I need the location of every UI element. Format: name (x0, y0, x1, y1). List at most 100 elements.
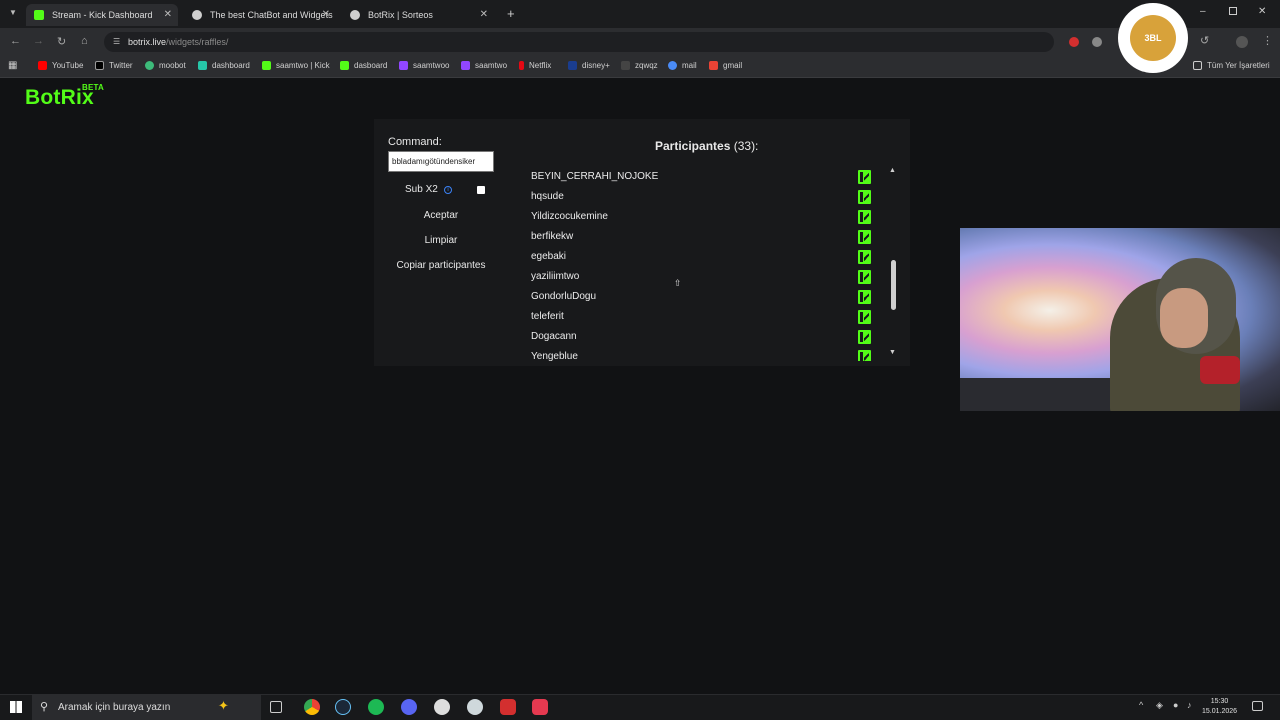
zk-icon (621, 61, 630, 70)
address-bar[interactable]: ☰ botrix.live/widgets/raffles/ (104, 32, 1054, 52)
kick-icon (858, 310, 871, 324)
kick-icon (858, 230, 871, 244)
bookmark-twitch-2[interactable]: saamtwo (461, 61, 507, 70)
accept-button[interactable]: Aceptar (388, 207, 494, 225)
steam-icon[interactable] (335, 699, 351, 715)
reload-icon[interactable]: ↻ (57, 35, 66, 48)
bookmark-zqwqz[interactable]: zqwqz (621, 61, 658, 70)
microphone-icon[interactable]: ● (1173, 700, 1178, 710)
botrix-icon (192, 10, 202, 20)
x-icon (95, 61, 104, 70)
list-item: Yildizcocukemine (516, 207, 876, 227)
list-item: egebaki (516, 247, 876, 267)
participants-list[interactable]: BEYIN_CERRAHI_NOJOKE hqsude Yildizcocuke… (516, 167, 886, 361)
moobot-icon (145, 61, 154, 70)
bookmark-disney[interactable]: disney+ (568, 61, 610, 70)
kick-icon (858, 330, 871, 344)
apps-icon[interactable]: ▦ (8, 60, 17, 71)
participants-count: (33): (733, 139, 759, 153)
mouse-cursor-icon: ⇧ (674, 278, 682, 288)
list-item: BEYIN_CERRAHI_NOJOKE (516, 167, 876, 187)
spotify-icon[interactable] (368, 699, 384, 715)
participant-name: GondorluDogu (531, 291, 597, 302)
scrollbar-thumb[interactable] (891, 260, 896, 310)
webcam-face (1160, 288, 1208, 348)
list-item: Dogacann (516, 327, 876, 347)
bookmark-dashboard[interactable]: dashboard (198, 61, 250, 70)
chrome-icon[interactable] (304, 699, 320, 715)
new-tab-button[interactable]: + (507, 6, 515, 21)
info-icon[interactable]: i (444, 186, 452, 194)
avatar-logo: 3BL (1130, 15, 1176, 61)
clock-date: 15.01.2026 (1202, 708, 1238, 715)
capcut-icon[interactable] (467, 699, 483, 715)
command-input[interactable] (388, 151, 494, 172)
tray-chevron-icon[interactable]: ^ (1139, 700, 1143, 710)
bookmark-moobot[interactable]: moobot (145, 61, 186, 70)
scroll-down-icon[interactable]: ▼ (889, 349, 896, 356)
search-placeholder: Aramak için buraya yazın (58, 701, 171, 713)
kick-icon (858, 170, 871, 184)
notification-icon[interactable] (1252, 701, 1263, 711)
forward-icon[interactable]: → (33, 35, 44, 47)
kick-icon (858, 210, 871, 224)
close-icon[interactable]: ✕ (164, 9, 172, 20)
minimize-icon[interactable]: – (1200, 6, 1206, 17)
taskbar-search[interactable]: ⚲ Aramak için buraya yazın ✦ (32, 694, 261, 720)
gmail-icon (709, 61, 718, 70)
volume-icon[interactable]: ♪ (1187, 700, 1192, 710)
tab-list-icon[interactable]: ▼ (9, 8, 17, 17)
sub-x2-checkbox[interactable] (477, 186, 485, 194)
participant-name: Yildizcocukemine (531, 211, 608, 222)
maximize-icon[interactable] (1229, 7, 1237, 15)
extension-icon[interactable] (1069, 37, 1079, 47)
bookmark-gmail[interactable]: gmail (709, 61, 742, 70)
search-icon: ⚲ (40, 701, 49, 713)
bookmark-kick[interactable]: saamtwo | Kick (262, 61, 330, 70)
discord-icon[interactable] (401, 699, 417, 715)
back-icon[interactable]: ← (10, 35, 21, 47)
bookmark-youtube[interactable]: YouTube (38, 61, 83, 70)
kick-icon (858, 270, 871, 284)
bookmark-twitter[interactable]: Twitter (95, 61, 133, 70)
taskbar-clock[interactable]: 15:30 15.01.2026 (1202, 697, 1237, 717)
copilot-icon: ✦ (218, 698, 229, 713)
menu-icon[interactable]: ⋮ (1262, 34, 1273, 47)
folder-icon (1193, 61, 1202, 70)
list-item: GondorluDogu (516, 287, 876, 307)
bookmark-mail[interactable]: mail (668, 61, 697, 70)
close-icon[interactable]: ✕ (322, 9, 330, 20)
list-item: teleferit (516, 307, 876, 327)
task-view-icon[interactable] (270, 701, 282, 713)
window-close-icon[interactable]: ✕ (1258, 6, 1266, 17)
history-icon[interactable]: ↺ (1200, 34, 1209, 47)
tab-title: BotRix | Sorteos (368, 10, 433, 20)
tab-sorteos[interactable]: BotRix | Sorteos ✕ (342, 4, 494, 26)
twitch-icon (461, 61, 470, 70)
participant-name: egebaki (531, 251, 567, 262)
home-icon[interactable]: ⌂ (81, 35, 88, 47)
participant-name: teleferit (531, 311, 564, 322)
bookmark-dasboard[interactable]: dasboard (340, 61, 387, 70)
tab-chatbot[interactable]: The best ChatBot and Widgets ✕ (184, 4, 336, 26)
scroll-up-icon[interactable]: ▲ (889, 167, 896, 174)
app-icon[interactable] (532, 699, 548, 715)
windows-start-icon[interactable] (10, 701, 22, 713)
copy-participants-button[interactable]: Copiar participantes (388, 257, 494, 275)
botrix-logo[interactable]: BotRix BETA (25, 83, 104, 110)
app-icon[interactable] (434, 699, 450, 715)
app-icon[interactable] (500, 699, 516, 715)
tab-kick-dashboard[interactable]: Stream - Kick Dashboard ✕ (26, 4, 178, 26)
browser-tab-bar: ▼ Stream - Kick Dashboard ✕ The best Cha… (0, 0, 1280, 28)
close-icon[interactable]: ✕ (480, 9, 488, 20)
bookmark-netflix[interactable]: Netflix (519, 61, 551, 70)
bookmark-twitch-1[interactable]: saamtwoo (399, 61, 449, 70)
network-icon[interactable]: ◈ (1156, 700, 1163, 711)
profile-icon[interactable] (1236, 36, 1248, 48)
botrix-icon (350, 10, 360, 20)
clear-button[interactable]: Limpiar (388, 232, 494, 250)
bookmark-folder-all[interactable]: Tüm Yer İşaretleri (1193, 61, 1270, 70)
tab-title: Stream - Kick Dashboard (52, 10, 153, 20)
site-info-icon[interactable]: ☰ (113, 37, 120, 46)
extension-icon[interactable] (1092, 37, 1102, 47)
